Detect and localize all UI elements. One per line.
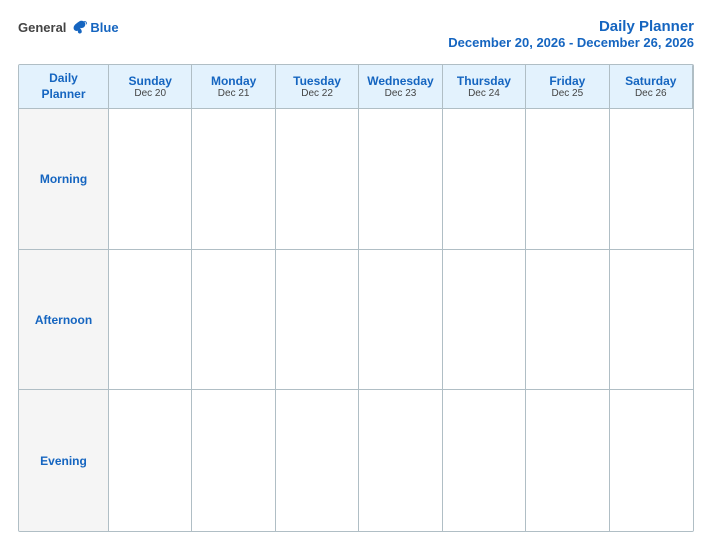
header-cell-saturday: Saturday Dec 26	[610, 65, 693, 109]
day-date-monday: Dec 21	[218, 88, 250, 99]
content-cell-evening-wednesday[interactable]	[359, 390, 442, 531]
content-cell-morning-sunday[interactable]	[109, 109, 192, 250]
day-date-wednesday: Dec 23	[385, 88, 417, 99]
page: General Blue Daily Planner December 20, …	[0, 0, 712, 550]
content-cell-morning-thursday[interactable]	[443, 109, 526, 250]
day-name-tuesday: Tuesday	[293, 74, 341, 88]
corner-label: DailyPlanner	[41, 71, 85, 102]
content-cell-morning-friday[interactable]	[526, 109, 609, 250]
content-cell-afternoon-sunday[interactable]	[109, 250, 192, 391]
content-cell-afternoon-saturday[interactable]	[610, 250, 693, 391]
day-name-monday: Monday	[211, 74, 256, 88]
calendar-grid: DailyPlanner Sunday Dec 20 Monday Dec 21…	[18, 64, 694, 532]
content-cell-morning-monday[interactable]	[192, 109, 275, 250]
time-cell-afternoon: Afternoon	[19, 250, 109, 391]
content-cell-afternoon-tuesday[interactable]	[276, 250, 359, 391]
header-cell-monday: Monday Dec 21	[192, 65, 275, 109]
day-date-sunday: Dec 20	[134, 88, 166, 99]
day-date-saturday: Dec 26	[635, 88, 667, 99]
day-date-tuesday: Dec 22	[301, 88, 333, 99]
content-cell-evening-tuesday[interactable]	[276, 390, 359, 531]
day-name-wednesday: Wednesday	[367, 74, 433, 88]
logo-general: General	[18, 20, 66, 35]
corner-header: DailyPlanner	[19, 65, 109, 109]
planner-subtitle: December 20, 2026 - December 26, 2026	[448, 35, 694, 50]
header-cell-thursday: Thursday Dec 24	[443, 65, 526, 109]
time-cell-morning: Morning	[19, 109, 109, 250]
period-label-morning: Morning	[40, 172, 87, 186]
day-name-saturday: Saturday	[625, 74, 676, 88]
period-label-evening: Evening	[40, 454, 87, 468]
day-name-sunday: Sunday	[129, 74, 172, 88]
content-cell-evening-saturday[interactable]	[610, 390, 693, 531]
content-cell-morning-wednesday[interactable]	[359, 109, 442, 250]
logo: General Blue	[18, 18, 119, 36]
day-name-friday: Friday	[549, 74, 585, 88]
logo-bird-icon	[70, 18, 88, 36]
header-cell-wednesday: Wednesday Dec 23	[359, 65, 442, 109]
content-cell-morning-tuesday[interactable]	[276, 109, 359, 250]
header-cell-friday: Friday Dec 25	[526, 65, 609, 109]
header-cell-tuesday: Tuesday Dec 22	[276, 65, 359, 109]
content-cell-afternoon-friday[interactable]	[526, 250, 609, 391]
content-cell-afternoon-wednesday[interactable]	[359, 250, 442, 391]
header-cell-sunday: Sunday Dec 20	[109, 65, 192, 109]
content-cell-evening-thursday[interactable]	[443, 390, 526, 531]
day-date-thursday: Dec 24	[468, 88, 500, 99]
day-date-friday: Dec 25	[552, 88, 584, 99]
planner-title: Daily Planner	[448, 18, 694, 35]
period-label-afternoon: Afternoon	[35, 313, 92, 327]
time-cell-evening: Evening	[19, 390, 109, 531]
content-cell-morning-saturday[interactable]	[610, 109, 693, 250]
logo-blue: Blue	[90, 20, 118, 35]
content-cell-afternoon-thursday[interactable]	[443, 250, 526, 391]
content-cell-afternoon-monday[interactable]	[192, 250, 275, 391]
content-cell-evening-friday[interactable]	[526, 390, 609, 531]
content-cell-evening-sunday[interactable]	[109, 390, 192, 531]
title-block: Daily Planner December 20, 2026 - Decemb…	[448, 18, 694, 50]
header: General Blue Daily Planner December 20, …	[18, 18, 694, 50]
day-name-thursday: Thursday	[457, 74, 511, 88]
content-cell-evening-monday[interactable]	[192, 390, 275, 531]
